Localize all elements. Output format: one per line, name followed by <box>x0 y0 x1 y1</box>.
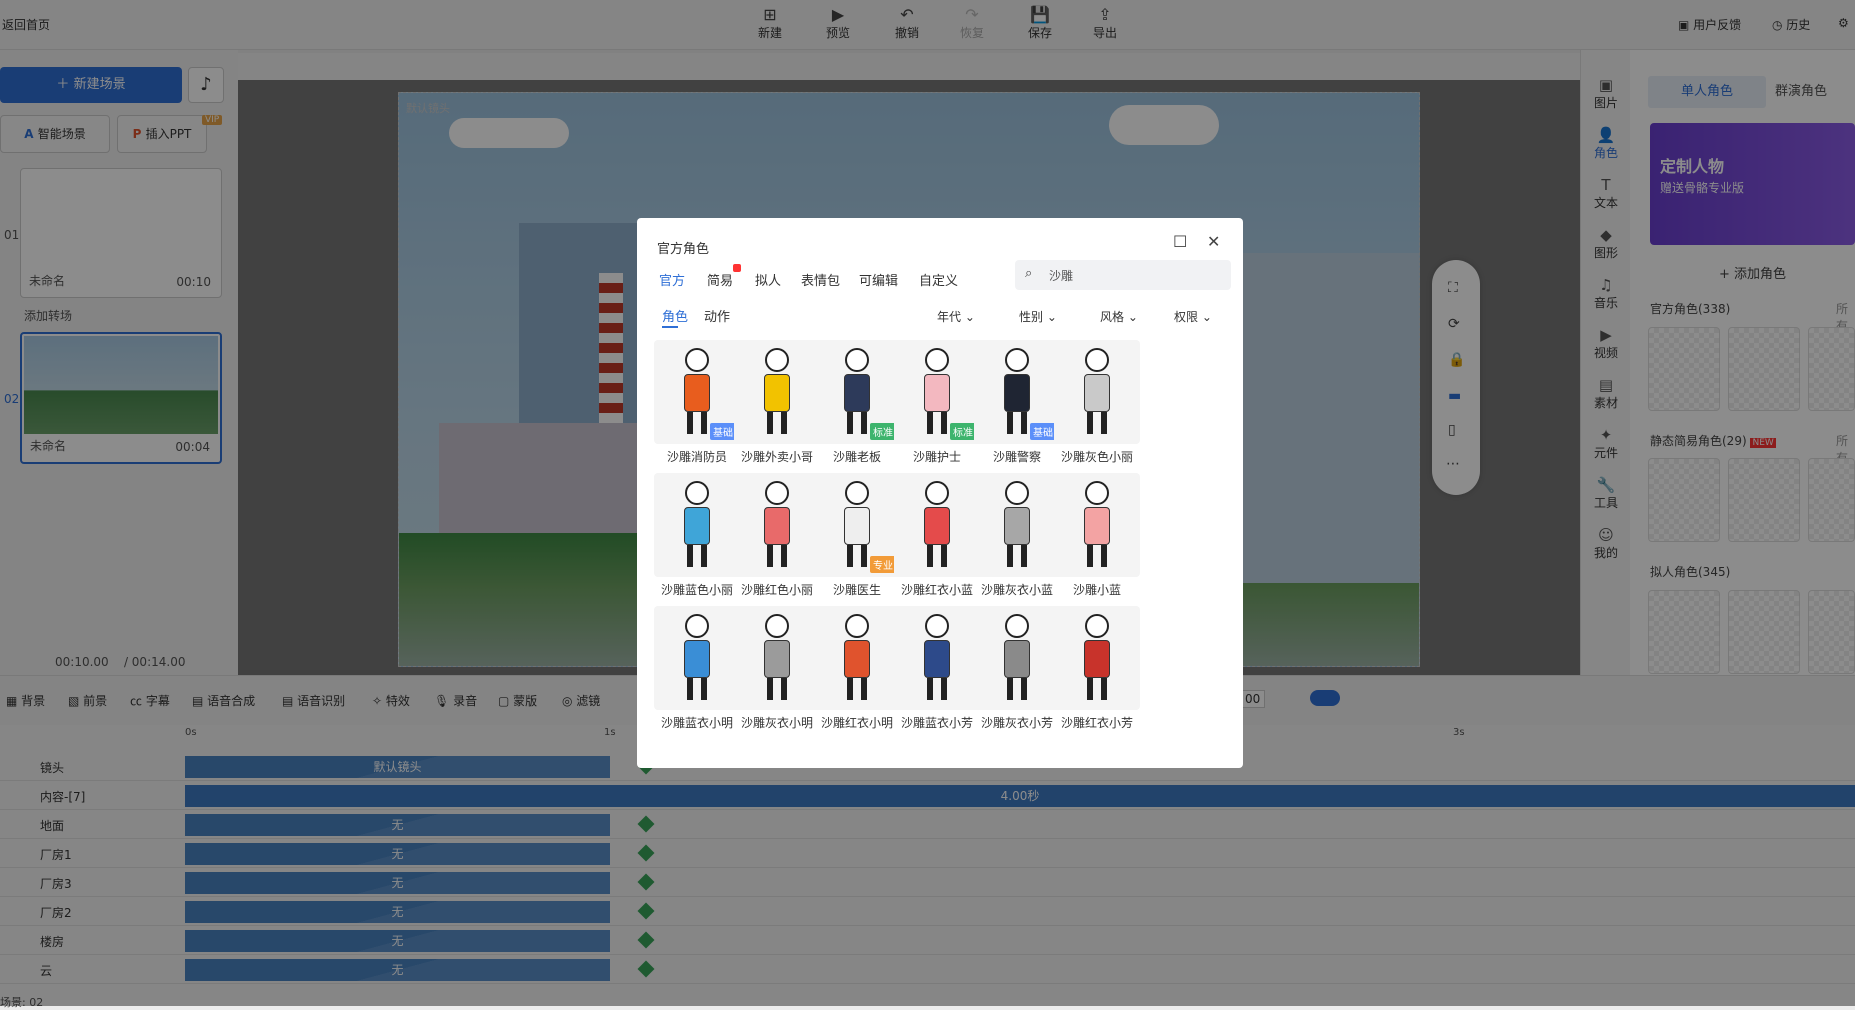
character-card[interactable] <box>734 340 820 444</box>
character-name: 沙雕红衣小明 <box>820 716 893 730</box>
character-name: 沙雕灰衣小明 <box>740 716 813 730</box>
chevron-down-icon: ⌄ <box>1046 310 1057 324</box>
character-card[interactable] <box>894 473 980 577</box>
maximize-icon[interactable]: ☐ <box>1173 232 1187 251</box>
character-figure <box>992 614 1042 704</box>
character-card[interactable]: 标准 <box>814 340 900 444</box>
tier-badge: 标准 <box>950 423 976 440</box>
character-name: 沙雕蓝色小丽 <box>660 583 733 597</box>
character-card[interactable]: 专业 <box>814 473 900 577</box>
tab-emoji[interactable]: 表情包 <box>801 270 840 289</box>
character-card[interactable] <box>814 606 900 710</box>
tab-anthropomorphic[interactable]: 拟人 <box>755 270 781 289</box>
character-name: 沙雕红衣小蓝 <box>900 583 973 597</box>
character-name: 沙雕老板 <box>832 450 881 464</box>
character-card[interactable]: 基础 <box>654 340 740 444</box>
tab-editable[interactable]: 可编辑 <box>859 270 898 289</box>
character-card[interactable] <box>654 606 740 710</box>
tab-custom[interactable]: 自定义 <box>919 270 958 289</box>
character-name: 沙雕蓝衣小明 <box>660 716 733 730</box>
character-modal: 官方角色 ☐ ✕ 官方 简易 拟人 表情包 可编辑 自定义 ⌕ 沙雕 角色 动作… <box>637 218 1243 768</box>
character-figure <box>1072 481 1122 571</box>
character-name: 沙雕小蓝 <box>1072 583 1121 597</box>
character-figure <box>752 348 802 438</box>
character-card[interactable] <box>974 606 1060 710</box>
tier-badge: 基础 <box>710 423 736 440</box>
character-card[interactable] <box>1054 473 1140 577</box>
character-figure <box>992 481 1042 571</box>
character-card[interactable] <box>894 606 980 710</box>
character-name: 沙雕灰衣小芳 <box>980 716 1053 730</box>
character-name: 沙雕医生 <box>832 583 881 597</box>
character-name: 沙雕蓝衣小芳 <box>900 716 973 730</box>
character-figure <box>752 614 802 704</box>
character-figure <box>912 481 962 571</box>
close-icon[interactable]: ✕ <box>1207 232 1220 251</box>
character-name: 沙雕灰色小丽 <box>1060 450 1133 464</box>
subtab-character[interactable]: 角色 <box>662 306 688 325</box>
character-card[interactable]: 标准 <box>894 340 980 444</box>
character-card[interactable] <box>654 473 740 577</box>
filter-permission[interactable]: 权限 ⌄ <box>1174 308 1212 325</box>
character-card[interactable] <box>734 606 820 710</box>
character-card[interactable] <box>1054 340 1140 444</box>
character-figure <box>672 614 722 704</box>
filter-era[interactable]: 年代 ⌄ <box>937 308 975 325</box>
character-figure <box>1072 614 1122 704</box>
character-name: 沙雕消防员 <box>666 450 727 464</box>
character-figure <box>1072 348 1122 438</box>
tier-badge: 专业 <box>870 556 896 573</box>
character-card[interactable] <box>734 473 820 577</box>
character-figure <box>672 481 722 571</box>
character-name: 沙雕警察 <box>992 450 1041 464</box>
character-card[interactable] <box>974 473 1060 577</box>
character-figure <box>752 481 802 571</box>
character-name: 沙雕灰衣小蓝 <box>980 583 1053 597</box>
modal-title: 官方角色 <box>657 242 710 257</box>
character-figure <box>912 614 962 704</box>
character-name: 沙雕外卖小哥 <box>740 450 813 464</box>
character-name: 沙雕护士 <box>912 450 961 464</box>
tab-official[interactable]: 官方 <box>659 270 685 289</box>
new-dot <box>733 264 741 272</box>
search-input[interactable]: ⌕ 沙雕 <box>1015 260 1231 290</box>
character-name: 沙雕红衣小芳 <box>1060 716 1133 730</box>
filter-gender[interactable]: 性别 ⌄ <box>1019 308 1057 325</box>
chevron-down-icon: ⌄ <box>1127 310 1138 324</box>
filter-style[interactable]: 风格 ⌄ <box>1100 308 1138 325</box>
subtab-action[interactable]: 动作 <box>704 306 730 325</box>
chevron-down-icon: ⌄ <box>1201 310 1212 324</box>
search-icon: ⌕ <box>1025 266 1033 281</box>
search-value: 沙雕 <box>1049 269 1074 283</box>
character-figure <box>832 614 882 704</box>
subtab-underline <box>662 326 678 328</box>
chevron-down-icon: ⌄ <box>964 310 975 324</box>
character-name: 沙雕红色小丽 <box>740 583 813 597</box>
tier-badge: 基础 <box>1030 423 1056 440</box>
character-card[interactable] <box>1054 606 1140 710</box>
tier-badge: 标准 <box>870 423 896 440</box>
tab-simple[interactable]: 简易 <box>707 270 733 289</box>
character-card[interactable]: 基础 <box>974 340 1060 444</box>
